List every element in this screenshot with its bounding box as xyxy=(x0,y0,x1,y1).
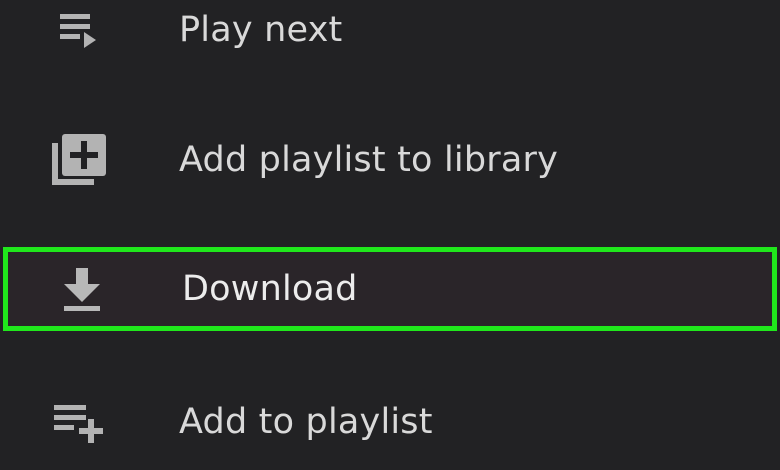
menu-item-add-playlist-to-library[interactable]: Add playlist to library xyxy=(0,114,780,206)
menu-item-label: Add to playlist xyxy=(179,402,433,442)
menu-item-add-to-playlist[interactable]: Add to playlist xyxy=(0,376,780,468)
menu-item-label: Play next xyxy=(179,10,343,50)
menu-item-label: Download xyxy=(182,269,358,309)
download-icon xyxy=(51,258,113,320)
menu-item-play-next[interactable]: Play next xyxy=(0,0,780,76)
play-next-icon xyxy=(48,0,110,61)
playlist-add-icon xyxy=(48,391,110,453)
menu-item-download[interactable]: Download xyxy=(3,247,777,331)
menu-item-label: Add playlist to library xyxy=(179,140,558,180)
library-add-icon xyxy=(48,129,110,191)
context-menu: Play next Add playlist to library Downlo… xyxy=(0,0,780,470)
